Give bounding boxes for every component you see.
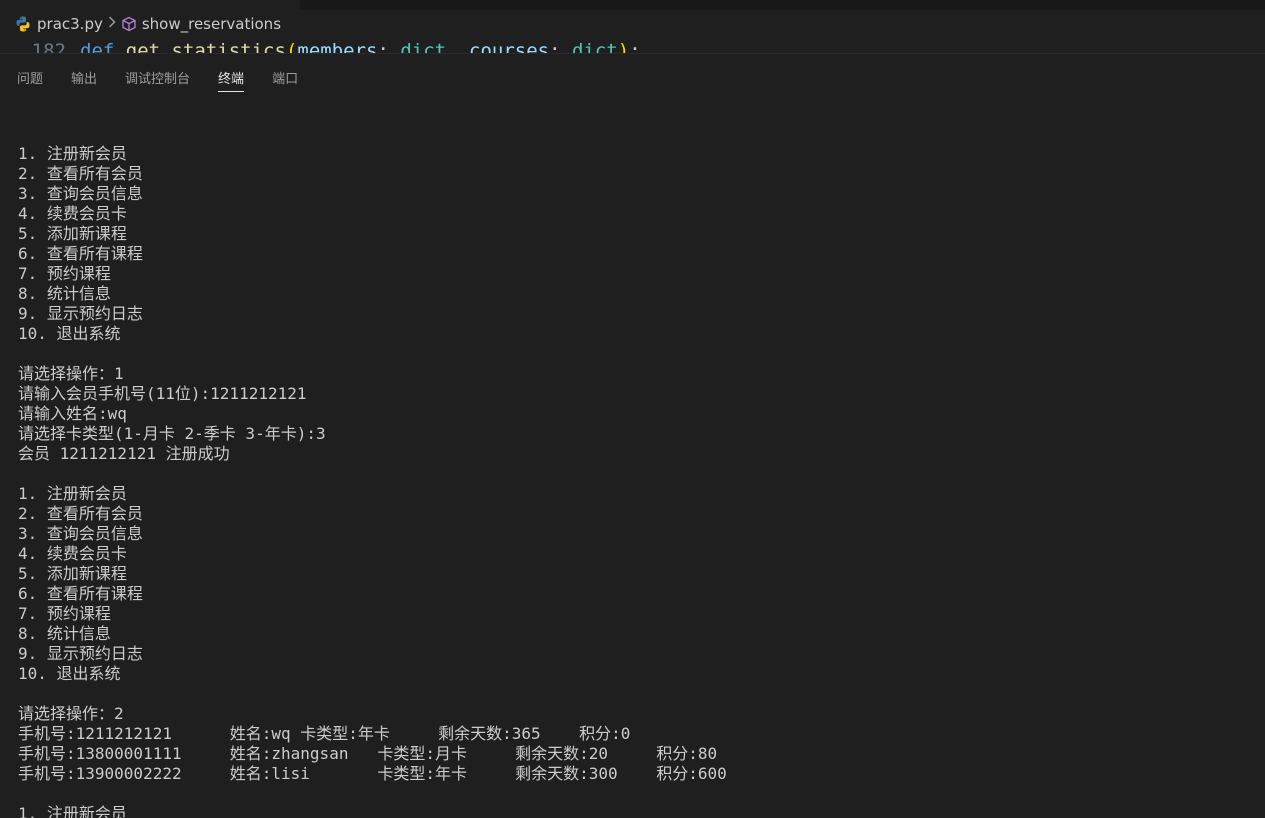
terminal-line: 2. 查看所有会员 bbox=[18, 164, 143, 183]
code-param-1: members bbox=[297, 40, 378, 53]
code-line: 182 def get_statistics(members: dict, cou… bbox=[0, 40, 641, 53]
terminal-line: 10. 退出系统 bbox=[18, 324, 121, 343]
terminal-line: 6. 查看所有课程 bbox=[18, 584, 143, 603]
terminal-line: 手机号:13900002222 姓名:lisi 卡类型:年卡 剩余天数:300 … bbox=[18, 764, 727, 783]
code-param-2: courses bbox=[469, 40, 550, 53]
terminal-line: 4. 续费会员卡 bbox=[18, 204, 127, 223]
tab-problems[interactable]: 问题 bbox=[17, 54, 43, 91]
code-close-paren: ) bbox=[617, 40, 630, 53]
terminal-output[interactable]: 1. 注册新会员 2. 查看所有会员 3. 查询会员信息 4. 续费会员卡 5. 添加新… bbox=[18, 124, 1258, 818]
code-comma: , bbox=[446, 40, 470, 53]
active-editor-tab[interactable] bbox=[0, 0, 300, 10]
terminal-line: 3. 查询会员信息 bbox=[18, 524, 143, 543]
chevron-right-icon bbox=[108, 16, 116, 32]
breadcrumb-symbol[interactable]: show_reservations bbox=[121, 15, 281, 33]
tab-output[interactable]: 输出 bbox=[71, 54, 97, 91]
terminal-line: 1. 注册新会员 bbox=[18, 144, 127, 163]
breadcrumb-symbol-label: show_reservations bbox=[141, 15, 282, 33]
terminal-line: 请选择操作：2 bbox=[18, 704, 124, 723]
code-colon-2: : bbox=[549, 40, 572, 53]
editor-tab-strip bbox=[0, 0, 1265, 10]
code-colon-1: : bbox=[377, 40, 401, 53]
tab-debug-console[interactable]: 调试控制台 bbox=[125, 54, 190, 91]
terminal-line: 1. 注册新会员 bbox=[18, 484, 127, 503]
terminal-line: 5. 添加新课程 bbox=[18, 224, 127, 243]
terminal-line: 8. 统计信息 bbox=[18, 624, 111, 643]
terminal-line: 8. 统计信息 bbox=[18, 284, 111, 303]
code-type-1: dict bbox=[400, 40, 447, 53]
terminal-line: 9. 显示预约日志 bbox=[18, 644, 143, 663]
python-icon bbox=[16, 16, 30, 32]
code-keyword: def bbox=[80, 40, 115, 53]
terminal-line: 7. 预约课程 bbox=[18, 604, 111, 623]
breadcrumb-file[interactable]: prac3.py bbox=[14, 15, 103, 33]
code-colon-end: : bbox=[629, 40, 641, 53]
terminal-line: 2. 查看所有会员 bbox=[18, 504, 143, 523]
terminal-line: 3. 查询会员信息 bbox=[18, 184, 143, 203]
terminal-line: 1. 注册新会员 bbox=[18, 804, 127, 818]
terminal-line: 7. 预约课程 bbox=[18, 264, 111, 283]
breadcrumb: prac3.py show_reservations bbox=[0, 10, 1265, 38]
code-type-2: dict bbox=[571, 40, 618, 53]
line-number: 182 bbox=[31, 40, 66, 53]
panel-tab-bar: 问题 输出 调试控制台 终端 端口 bbox=[0, 54, 1265, 94]
terminal-line: 10. 退出系统 bbox=[18, 664, 121, 683]
terminal-line: 4. 续费会员卡 bbox=[18, 544, 127, 563]
breadcrumb-file-label: prac3.py bbox=[37, 15, 103, 33]
editor-code-peek[interactable]: 182 def get_statistics(members: dict, cou… bbox=[0, 38, 1265, 53]
tab-terminal[interactable]: 终端 bbox=[218, 54, 245, 92]
terminal-line: 5. 添加新课程 bbox=[18, 564, 127, 583]
terminal-line: 会员 1211212121 注册成功 bbox=[18, 444, 230, 463]
terminal-line: 9. 显示预约日志 bbox=[18, 304, 143, 323]
terminal-line: 请选择卡类型(1-月卡 2-季卡 3-年卡):3 bbox=[18, 424, 326, 443]
terminal-line: 手机号:1211212121 姓名:wq 卡类型:年卡 剩余天数:365 积分:… bbox=[18, 724, 631, 743]
tab-ports[interactable]: 端口 bbox=[272, 54, 298, 91]
terminal-line: 手机号:13800001111 姓名:zhangsan 卡类型:月卡 剩余天数:… bbox=[18, 744, 718, 763]
terminal-line: 6. 查看所有课程 bbox=[18, 244, 143, 263]
code-open-paren: ( bbox=[285, 40, 298, 53]
code-function-name: get_statistics bbox=[125, 40, 286, 53]
terminal-line: 请选择操作：1 bbox=[18, 364, 124, 383]
terminal-line: 请输入会员手机号(11位):1211212121 bbox=[18, 384, 307, 403]
terminal-line: 请输入姓名:wq bbox=[18, 404, 127, 423]
method-cube-icon bbox=[122, 16, 136, 32]
